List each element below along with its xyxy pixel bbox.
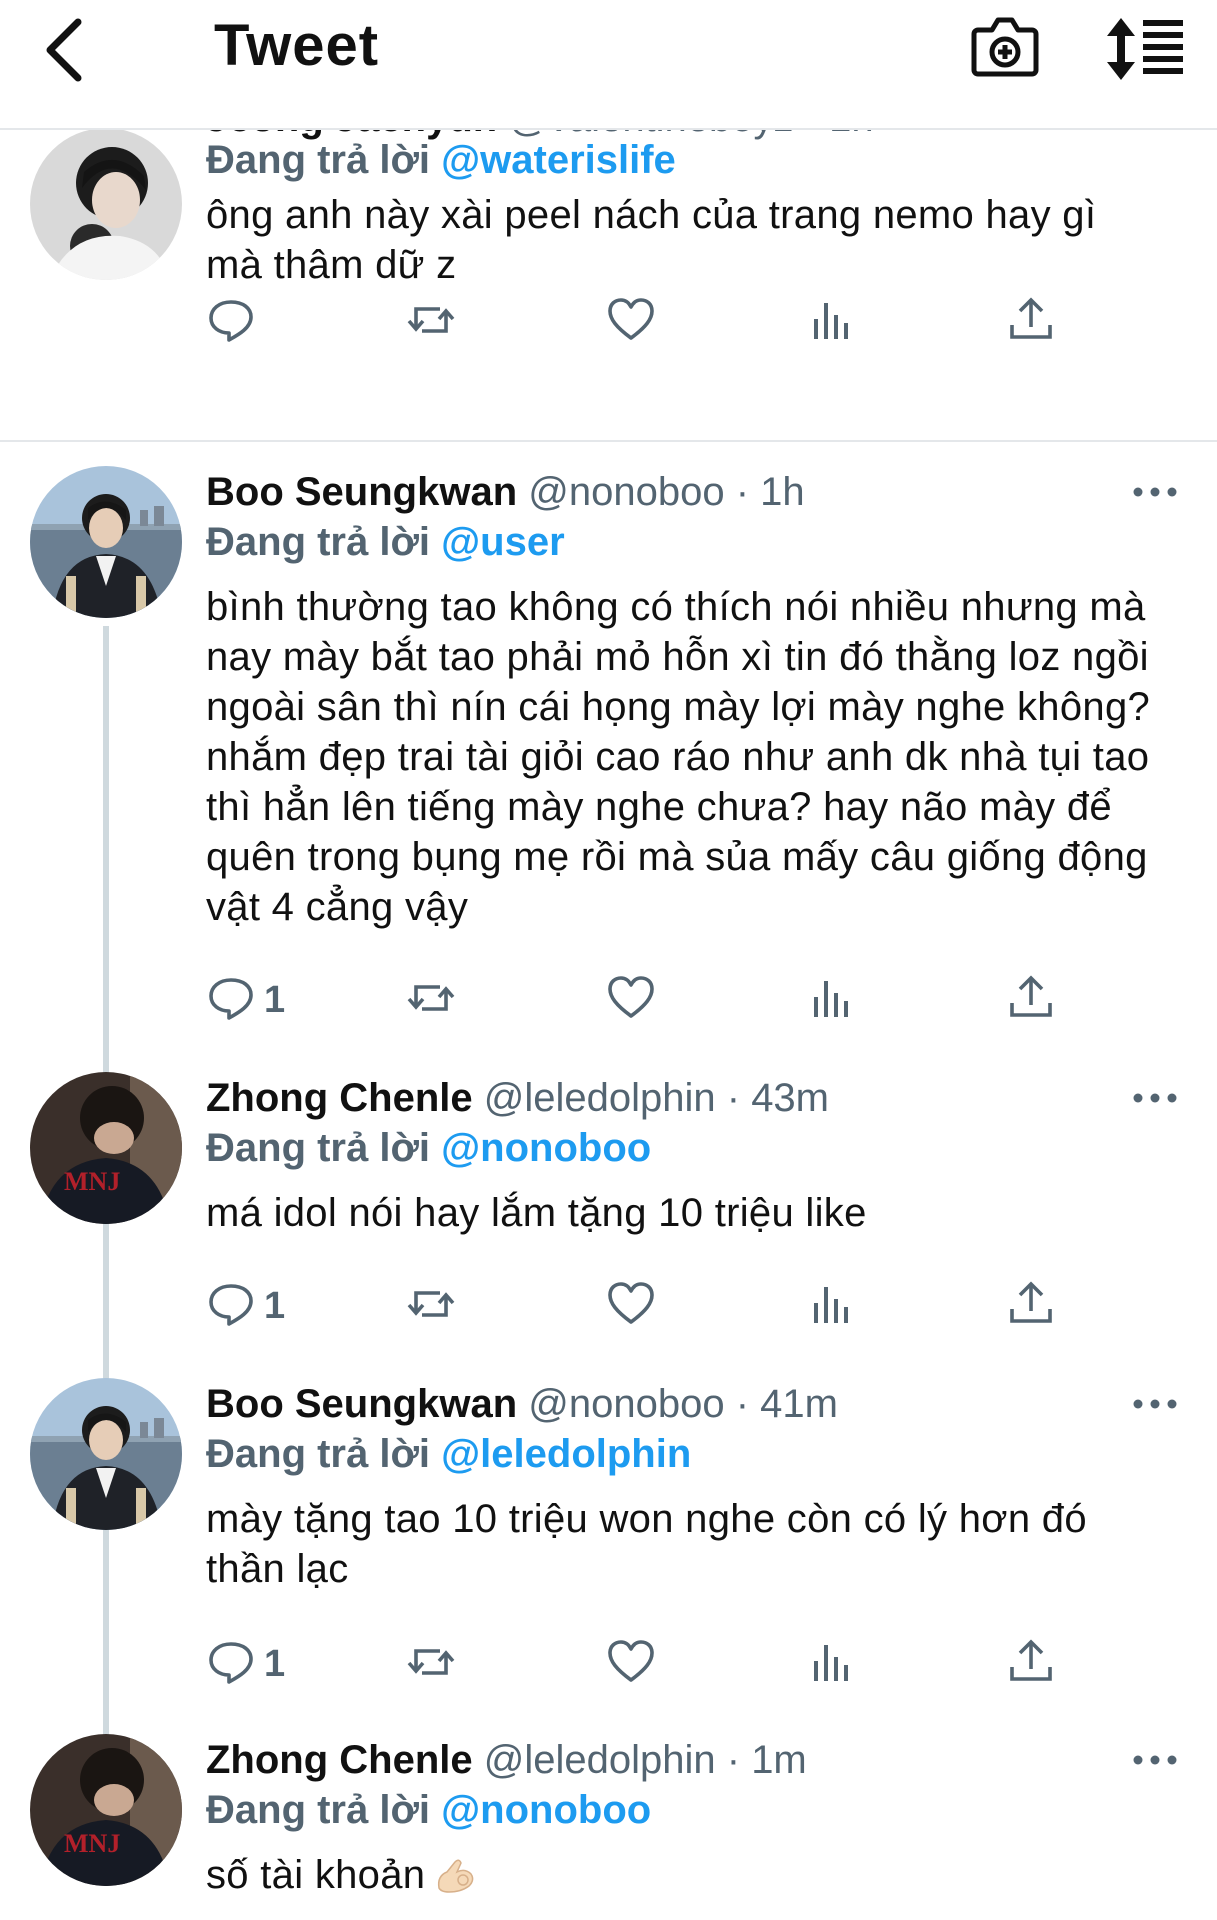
bar-chart-icon [806, 1279, 856, 1334]
reply-button[interactable]: 1 [206, 1634, 285, 1694]
reply-mention-link[interactable]: @waterislife [441, 138, 676, 182]
avatar[interactable] [30, 1378, 182, 1530]
replying-to-label: Đang trả lời [206, 1788, 431, 1832]
tweet-actions [206, 292, 1106, 352]
reply-icon [206, 973, 256, 1028]
retweet-button[interactable] [406, 970, 456, 1030]
analytics-button[interactable] [806, 292, 856, 352]
tweet-item[interactable]: Jeong Jaehyun @valentineboyz · 1h Đang t… [0, 96, 1217, 440]
retweet-icon [406, 1279, 456, 1334]
back-arrow-icon[interactable] [40, 14, 100, 84]
analytics-button[interactable] [806, 1276, 856, 1336]
tweet-item[interactable]: Boo Seungkwan @nonoboo · 41m Đang trả lờ… [0, 1368, 1217, 1708]
svg-text:MNJ: MNJ [64, 1829, 120, 1858]
retweet-icon [406, 295, 456, 350]
sort-list-icon[interactable] [1105, 12, 1185, 86]
reply-icon [206, 1637, 256, 1692]
like-button[interactable] [606, 292, 656, 352]
avatar[interactable] [30, 128, 182, 280]
reply-button[interactable]: 1 [206, 1276, 285, 1336]
share-button[interactable] [1006, 1634, 1056, 1694]
reply-button[interactable] [206, 292, 256, 352]
tweet-text: bình thường tao không có thích nói nhiều… [206, 585, 1151, 929]
retweet-button[interactable] [406, 1634, 456, 1694]
reply-icon [206, 295, 256, 350]
heart-icon [606, 1637, 656, 1692]
reply-count: 1 [264, 1284, 286, 1327]
tweet-text: má idol nói hay lắm tặng 10 triệu like [206, 1191, 867, 1235]
page-title: Tweet [214, 13, 380, 78]
share-icon [1006, 295, 1056, 350]
divider [0, 440, 1217, 442]
author-handle-time[interactable]: @leledolphin · 1m [484, 1738, 807, 1782]
share-icon [1006, 1637, 1056, 1692]
tweet-item[interactable]: Boo Seungkwan @nonoboo · 1h Đang trả lời… [0, 456, 1217, 1046]
heart-icon [606, 1279, 656, 1334]
replying-to-label: Đang trả lời [206, 1126, 431, 1170]
retweet-button[interactable] [406, 1276, 456, 1336]
author-name[interactable]: Zhong Chenle [206, 1076, 473, 1120]
tweet-actions: 1 [206, 970, 1106, 1030]
retweet-button[interactable] [406, 292, 456, 352]
share-icon [1006, 1279, 1056, 1334]
tweet-actions: 1 [206, 1276, 1106, 1336]
author-handle-time[interactable]: @leledolphin · 43m [484, 1076, 829, 1120]
more-options-icon[interactable] [1130, 1750, 1180, 1770]
reply-mention-link[interactable]: @nonoboo [441, 1788, 651, 1832]
analytics-button[interactable] [806, 970, 856, 1030]
tweet-text: ông anh này xài peel nách của trang nemo… [206, 193, 1097, 287]
heart-icon [606, 973, 656, 1028]
bar-chart-icon [806, 1637, 856, 1692]
reply-mention-link[interactable]: @user [441, 520, 565, 564]
avatar[interactable]: MNJ [30, 1734, 182, 1886]
replying-to-label: Đang trả lời [206, 138, 431, 182]
retweet-icon [406, 1637, 456, 1692]
reply-icon [206, 1279, 256, 1334]
more-options-icon[interactable] [1130, 1394, 1180, 1414]
share-button[interactable] [1006, 1276, 1056, 1336]
camera-plus-icon[interactable] [970, 12, 1040, 78]
replying-to-label: Đang trả lời [206, 520, 431, 564]
analytics-button[interactable] [806, 1634, 856, 1694]
reply-mention-link[interactable]: @nonoboo [441, 1126, 651, 1170]
tweet-actions: 1 [206, 1634, 1106, 1694]
tweet-item[interactable]: MNJ Zhong Chenle @leledolphin · 1m Đang … [0, 1724, 1217, 1920]
reply-button[interactable]: 1 [206, 970, 285, 1030]
ok-hand-emoji-icon [433, 1854, 477, 1894]
more-options-icon[interactable] [1130, 1088, 1180, 1108]
tweet-text: mày tặng tao 10 triệu won nghe còn có lý… [206, 1497, 1087, 1591]
tweet-item[interactable]: MNJ Zhong Chenle @leledolphin · 43m Đang… [0, 1062, 1217, 1352]
heart-icon [606, 295, 656, 350]
like-button[interactable] [606, 970, 656, 1030]
share-button[interactable] [1006, 292, 1056, 352]
reply-count: 1 [264, 978, 286, 1021]
tweet-text-container: số tài khoản [206, 1850, 1176, 1900]
avatar[interactable]: MNJ [30, 1072, 182, 1224]
more-options-icon[interactable] [1130, 482, 1180, 502]
share-icon [1006, 973, 1056, 1028]
reply-mention-link[interactable]: @leledolphin [441, 1432, 691, 1476]
author-handle-time[interactable]: @nonoboo · 1h [528, 470, 804, 514]
tweet-text: số tài khoản [206, 1853, 426, 1897]
author-name[interactable]: Boo Seungkwan [206, 470, 517, 514]
retweet-icon [406, 973, 456, 1028]
bar-chart-icon [806, 295, 856, 350]
avatar[interactable] [30, 466, 182, 618]
share-button[interactable] [1006, 970, 1056, 1030]
like-button[interactable] [606, 1634, 656, 1694]
replying-to-label: Đang trả lời [206, 1432, 431, 1476]
author-name[interactable]: Boo Seungkwan [206, 1382, 517, 1426]
author-name[interactable]: Zhong Chenle [206, 1738, 473, 1782]
top-bar: Tweet [0, 0, 1217, 130]
svg-text:MNJ: MNJ [64, 1167, 120, 1196]
bar-chart-icon [806, 973, 856, 1028]
author-handle-time[interactable]: @nonoboo · 41m [528, 1382, 838, 1426]
like-button[interactable] [606, 1276, 656, 1336]
reply-count: 1 [264, 1642, 286, 1685]
